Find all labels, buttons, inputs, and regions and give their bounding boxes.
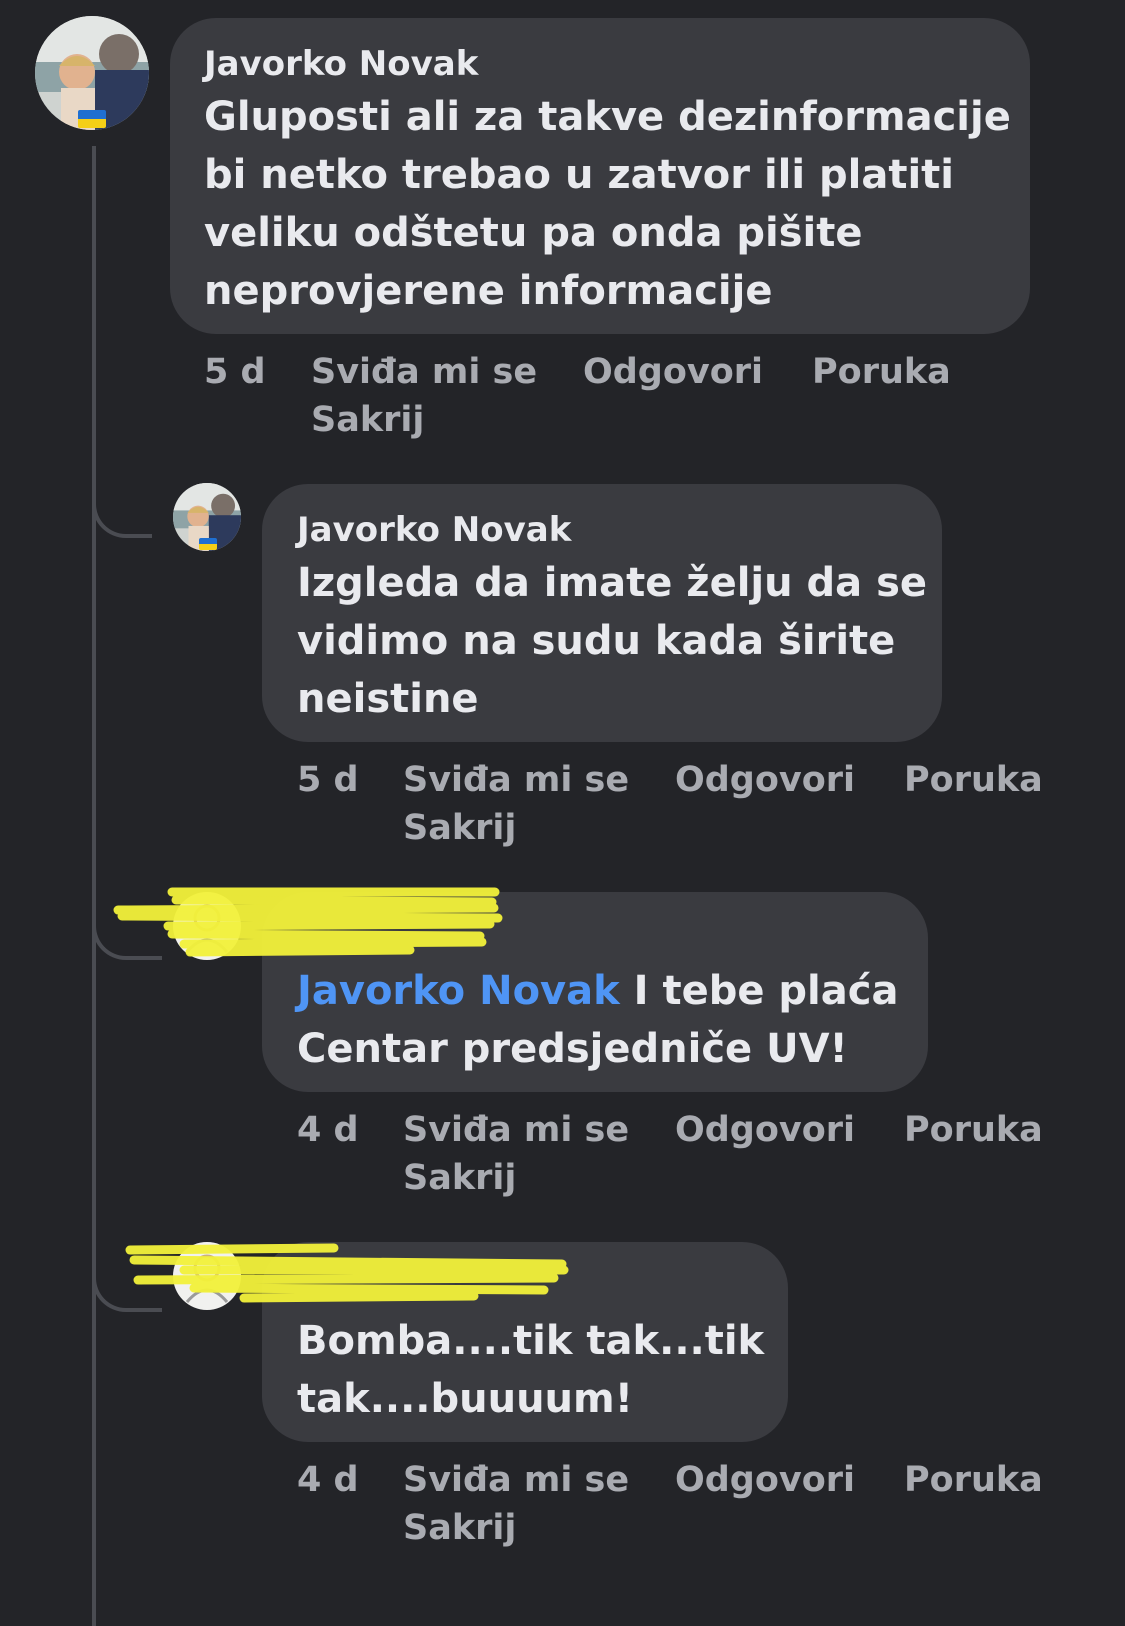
message-button[interactable]: Poruka (904, 760, 1043, 800)
redaction-scribble (125, 1243, 569, 1303)
comment-text-line: tak....buuuum! (297, 1376, 633, 1422)
comment-text-line: Izgleda da imate želju da se (297, 560, 928, 606)
like-button[interactable]: Sviđa mi se (403, 1110, 629, 1150)
message-button[interactable]: Poruka (904, 1460, 1043, 1500)
comment-text-line: neistine (297, 676, 479, 722)
comment-text-line: bi netko trebao u zatvor ili platiti (204, 152, 954, 198)
redaction-scribble (113, 887, 503, 957)
comment-timestamp[interactable]: 5 d (297, 760, 359, 800)
comment-text-line: neprovjerene informacije (204, 268, 773, 314)
like-button[interactable]: Sviđa mi se (403, 760, 629, 800)
message-button[interactable]: Poruka (904, 1110, 1043, 1150)
ukraine-flag-icon (199, 538, 217, 550)
reply-button[interactable]: Odgovori (675, 1110, 855, 1150)
comment-text-line: Bomba....tik tak...tik (297, 1318, 765, 1364)
like-button[interactable]: Sviđa mi se (403, 1460, 629, 1500)
hide-button[interactable]: Sakrij (311, 400, 424, 440)
hide-button[interactable]: Sakrij (403, 1508, 516, 1548)
like-button[interactable]: Sviđa mi se (311, 352, 537, 392)
comment-author[interactable]: Javorko Novak (297, 510, 571, 550)
comment-timestamp[interactable]: 4 d (297, 1110, 359, 1150)
hide-button[interactable]: Sakrij (403, 1158, 516, 1198)
comment-timestamp[interactable]: 5 d (204, 352, 266, 392)
comment-text-line: veliku odštetu pa onda pišite (204, 210, 863, 256)
hide-button[interactable]: Sakrij (403, 808, 516, 848)
ukraine-flag-icon (78, 110, 106, 128)
mention-link[interactable]: Javorko Novak (297, 968, 620, 1014)
thread-connector (92, 470, 152, 538)
comment-text-line: Javorko Novak I tebe plaća (297, 962, 898, 1020)
reply-button[interactable]: Odgovori (675, 760, 855, 800)
reply-button[interactable]: Odgovori (583, 352, 763, 392)
reply-button[interactable]: Odgovori (675, 1460, 855, 1500)
comment-text-line: Gluposti ali za takve dezinformacije (204, 94, 1011, 140)
comment-text-fragment: I tebe plaća (619, 968, 899, 1014)
message-button[interactable]: Poruka (812, 352, 951, 392)
comment-text-line: Centar predsjedniče UV! (297, 1026, 848, 1072)
comment-text-line: vidimo na sudu kada širite (297, 618, 896, 664)
comment-author[interactable]: Javorko Novak (204, 44, 478, 84)
comment-timestamp[interactable]: 4 d (297, 1460, 359, 1500)
